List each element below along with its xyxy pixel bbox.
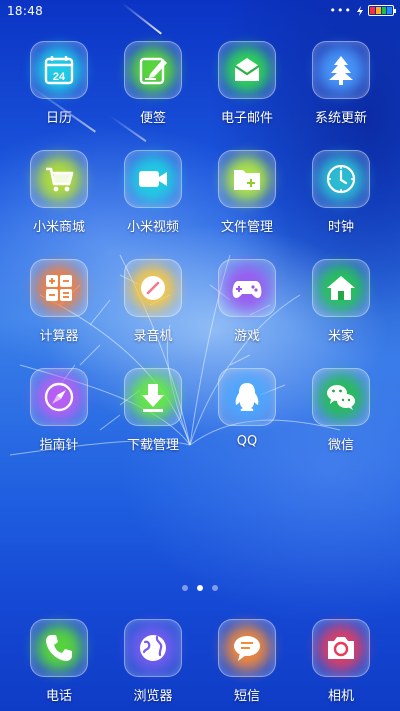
notification-dots: •••	[329, 3, 352, 17]
page-indicator	[0, 585, 400, 591]
status-indicators: •••	[329, 3, 396, 17]
app-tile: 24	[30, 41, 88, 99]
app-qq[interactable]: QQ	[200, 368, 294, 449]
app-label: 微信	[327, 438, 354, 453]
app-label: 电子邮件	[220, 111, 273, 126]
app-label: 电话	[45, 689, 72, 704]
app-label: 米家	[327, 329, 354, 344]
app-label: 游戏	[233, 329, 260, 344]
app-label: 日历	[45, 111, 72, 126]
page-dot[interactable]	[212, 585, 218, 591]
app-label: 小米商城	[32, 220, 85, 235]
battery-segment	[387, 7, 392, 14]
app-compass[interactable]: 指南针	[12, 368, 106, 453]
recorder-icon	[141, 276, 165, 300]
app-clock[interactable]: 时钟	[294, 150, 388, 235]
phone-icon	[46, 635, 72, 661]
app-tile	[312, 41, 370, 99]
app-tile	[30, 150, 88, 208]
app-label: 时钟	[327, 220, 354, 235]
app-label: 文件管理	[220, 220, 273, 235]
app-tile	[312, 619, 370, 677]
app-tile	[312, 259, 370, 317]
app-mi-store[interactable]: 小米商城	[12, 150, 106, 235]
notes-icon	[139, 57, 167, 85]
mail-icon	[234, 58, 260, 81]
battery-segment	[381, 7, 387, 14]
app-games[interactable]: 游戏	[200, 259, 294, 344]
video-camera-icon	[139, 171, 167, 187]
calendar-day: 24	[53, 71, 66, 83]
app-tile	[124, 150, 182, 208]
app-label: 相机	[327, 689, 354, 704]
charging-bolt-icon	[357, 5, 363, 16]
app-tile	[312, 150, 370, 208]
dock-app-messages[interactable]: 短信	[200, 619, 294, 704]
app-label: 小米视频	[126, 220, 179, 235]
app-email[interactable]: 电子邮件	[200, 41, 294, 126]
gamepad-icon	[232, 281, 262, 298]
clock-icon	[326, 164, 356, 194]
app-label: QQ	[236, 434, 258, 449]
app-mi-video[interactable]: 小米视频	[106, 150, 200, 235]
calculator-icon	[46, 275, 72, 301]
download-icon	[142, 384, 164, 412]
app-recorder[interactable]: 录音机	[106, 259, 200, 344]
app-download-manager[interactable]: 下载管理	[106, 368, 200, 453]
app-tile	[124, 619, 182, 677]
wechat-icon	[327, 385, 355, 410]
dock-app-browser[interactable]: 浏览器	[106, 619, 200, 704]
app-system-update[interactable]: 系统更新	[294, 41, 388, 126]
app-label: 下载管理	[126, 438, 179, 453]
battery-icon	[368, 5, 396, 16]
app-tile	[218, 259, 276, 317]
app-tile	[124, 41, 182, 99]
app-file-manager[interactable]: 文件管理	[200, 150, 294, 235]
app-wechat[interactable]: 微信	[294, 368, 388, 453]
cart-icon	[46, 167, 74, 192]
status-time: 18:48	[7, 4, 44, 18]
app-notes[interactable]: 便签	[106, 41, 200, 126]
app-tile	[218, 619, 276, 677]
app-tile	[124, 259, 182, 317]
app-tile	[312, 368, 370, 426]
app-calendar[interactable]: 24 日历	[12, 41, 106, 126]
calendar-icon: 24	[44, 56, 74, 85]
home-icon	[327, 276, 355, 300]
app-label: 便签	[139, 111, 166, 126]
app-calculator[interactable]: 计算器	[12, 259, 106, 344]
page-dot[interactable]	[182, 585, 188, 591]
battery-segment	[375, 7, 381, 14]
page-dot[interactable]	[197, 585, 203, 591]
qq-penguin-icon	[235, 383, 259, 411]
app-mi-home[interactable]: 米家	[294, 259, 388, 344]
app-label: 录音机	[133, 329, 173, 344]
app-tile	[124, 368, 182, 426]
app-tile	[218, 368, 276, 426]
app-label: 浏览器	[133, 689, 173, 704]
folder-icon	[234, 170, 260, 190]
app-label: 计算器	[39, 329, 79, 344]
status-bar: 18:48 •••	[0, 0, 400, 24]
dock-app-phone[interactable]: 电话	[12, 619, 106, 704]
app-label: 指南针	[39, 438, 79, 453]
tree-icon	[329, 56, 353, 85]
app-label: 短信	[233, 689, 260, 704]
app-tile	[30, 259, 88, 317]
globe-icon	[140, 635, 166, 661]
message-icon	[234, 636, 260, 661]
app-tile	[30, 619, 88, 677]
dock-app-camera[interactable]: 相机	[294, 619, 388, 704]
compass-icon	[44, 382, 74, 412]
app-tile	[218, 41, 276, 99]
camera-icon	[328, 637, 354, 659]
app-tile	[30, 368, 88, 426]
app-label: 系统更新	[314, 111, 367, 126]
app-tile	[218, 150, 276, 208]
battery-segment	[370, 7, 375, 14]
